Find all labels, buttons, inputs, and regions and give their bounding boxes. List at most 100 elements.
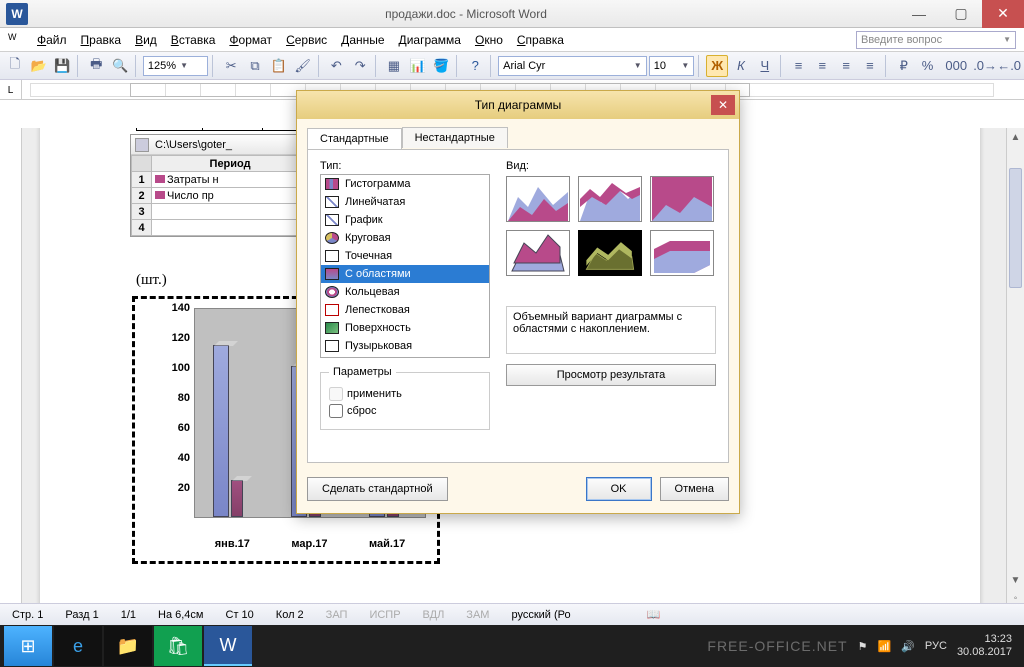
new-doc-button[interactable]: 🗋 [4,55,26,77]
underline-button[interactable]: Ч [754,55,776,77]
app-menu-icon[interactable]: W [8,32,24,48]
scroll-thumb[interactable] [1009,168,1022,288]
make-default-button[interactable]: Сделать стандартной [307,477,448,501]
menu-Формат[interactable]: Формат [222,31,279,49]
justify-button[interactable]: ≡ [859,55,881,77]
print-button[interactable]: 🖶 [85,55,107,77]
system-tray[interactable]: FREE-OFFICE.NET ⚑ 📶 🔊 РУС 13:23 30.08.20… [707,633,1020,659]
chart-type-option[interactable]: Гистограмма [321,175,489,193]
menu-Справка[interactable]: Справка [510,31,571,49]
table-button[interactable]: ▦ [383,55,405,77]
subtype-area: Вид: [506,160,716,276]
dec-decimal-button[interactable]: ←.0 [998,55,1020,77]
subtype-4[interactable] [506,230,570,276]
align-left-button[interactable]: ≡ [788,55,810,77]
reset-checkbox[interactable]: сброс [329,404,481,418]
status-at: На 6,4см [152,609,209,621]
table-cell[interactable]: 01/ [202,128,262,131]
taskbar-ie[interactable]: e [54,626,102,666]
chart-type-option[interactable]: Круговая [321,229,489,247]
status-flag: ЗАМ [460,609,495,621]
chart-type-option[interactable]: С областями [321,265,489,283]
ok-button[interactable]: OK [586,477,652,501]
subtype-2[interactable] [578,176,642,222]
help-button[interactable]: ? [464,55,486,77]
dialog-titlebar[interactable]: Тип диаграммы ✕ [297,91,739,119]
table-cell[interactable]: Период [137,128,203,131]
chart-type-option[interactable]: График [321,211,489,229]
apply-checkbox[interactable]: применить [329,387,481,401]
book-icon[interactable]: 📖 [647,608,661,621]
chart-type-option[interactable]: Лепестковая [321,301,489,319]
align-right-button[interactable]: ≡ [835,55,857,77]
font-name-combo[interactable]: Arial Cyr▼ [498,56,647,76]
dialog-close-button[interactable]: ✕ [711,95,735,115]
maximize-button[interactable]: ▢ [940,0,982,28]
menu-Вставка[interactable]: Вставка [164,31,223,49]
status-flag: ИСПР [363,609,406,621]
percent-button[interactable]: % [917,55,939,77]
align-center-button[interactable]: ≡ [811,55,833,77]
menu-Данные[interactable]: Данные [334,31,391,49]
cut-button[interactable]: ✂ [220,55,242,77]
scroll-up-button[interactable]: ▲ [1007,128,1024,146]
preview-result-button[interactable]: Просмотр результата [506,364,716,386]
scroll-down-button[interactable]: ▼ [1007,571,1024,589]
taskbar-store[interactable]: 🛍 [154,626,202,666]
close-button[interactable]: ✕ [982,0,1024,28]
chart-type-option[interactable]: Линейчатая [321,193,489,211]
datasheet-icon [135,138,149,152]
chart-type-option[interactable]: Пузырьковая [321,337,489,355]
chart-type-option[interactable]: Поверхность [321,319,489,337]
subtype-5-selected[interactable] [578,230,642,276]
zoom-combo[interactable]: 125%▼ [143,56,208,76]
format-painter-button[interactable]: 🖌 [292,55,314,77]
font-size-combo[interactable]: 10▼ [649,56,695,76]
cancel-button[interactable]: Отмена [660,477,729,501]
menu-Вид[interactable]: Вид [128,31,164,49]
save-button[interactable]: 💾 [52,55,74,77]
chart-button[interactable]: 📊 [407,55,429,77]
menu-Файл[interactable]: Файл [30,31,74,49]
subtype-6[interactable] [650,230,714,276]
params-fieldset: Параметры применить сброс [320,366,490,430]
start-button[interactable]: ⊞ [4,626,52,666]
italic-button[interactable]: К [730,55,752,77]
open-button[interactable]: 📂 [28,55,50,77]
tab-custom[interactable]: Нестандартные [402,127,508,148]
tab-standard[interactable]: Стандартные [307,128,402,149]
subtype-3[interactable] [650,176,714,222]
chart-type-list[interactable]: ГистограммаЛинейчатаяГрафикКруговаяТочеч… [320,174,490,358]
tray-flag-icon[interactable]: ⚑ [858,640,868,653]
fill-color-button[interactable]: 🪣 [431,55,453,77]
thousands-button[interactable]: 000 [940,55,972,77]
chart-type-option[interactable]: Кольцевая [321,283,489,301]
view-label: Вид: [506,160,716,172]
tray-sound-icon[interactable]: 🔊 [901,640,915,653]
menu-Окно[interactable]: Окно [468,31,510,49]
ask-question-box[interactable]: Введите вопрос▼ [856,31,1016,49]
menu-Сервис[interactable]: Сервис [279,31,334,49]
params-legend: Параметры [329,366,396,378]
menu-Правка[interactable]: Правка [74,31,129,49]
bold-button[interactable]: Ж [706,55,728,77]
undo-button[interactable]: ↶ [325,55,347,77]
paste-button[interactable]: 📋 [268,55,290,77]
tray-clock[interactable]: 13:23 30.08.2017 [957,633,1012,659]
chart-type-option[interactable]: Точечная [321,247,489,265]
standard-toolbar: 🗋 📂 💾 🖶 🔍 125%▼ ✂ ⧉ 📋 🖌 ↶ ↷ ▦ 📊 🪣 ? Aria… [0,52,1024,80]
menu-Диаграмма[interactable]: Диаграмма [392,31,468,49]
inc-decimal-button[interactable]: .0→ [974,55,996,77]
taskbar-word[interactable]: W [204,626,252,666]
vertical-ruler[interactable] [0,128,22,625]
redo-button[interactable]: ↷ [349,55,371,77]
taskbar-explorer[interactable]: 📁 [104,626,152,666]
tray-language[interactable]: РУС [925,640,947,652]
currency-button[interactable]: ₽ [893,55,915,77]
print-preview-button[interactable]: 🔍 [109,55,131,77]
copy-button[interactable]: ⧉ [244,55,266,77]
vertical-scrollbar[interactable]: ▲ ▼ ◦ ▾ [1006,128,1024,625]
minimize-button[interactable]: — [898,0,940,28]
tray-network-icon[interactable]: 📶 [878,640,892,653]
subtype-1[interactable] [506,176,570,222]
